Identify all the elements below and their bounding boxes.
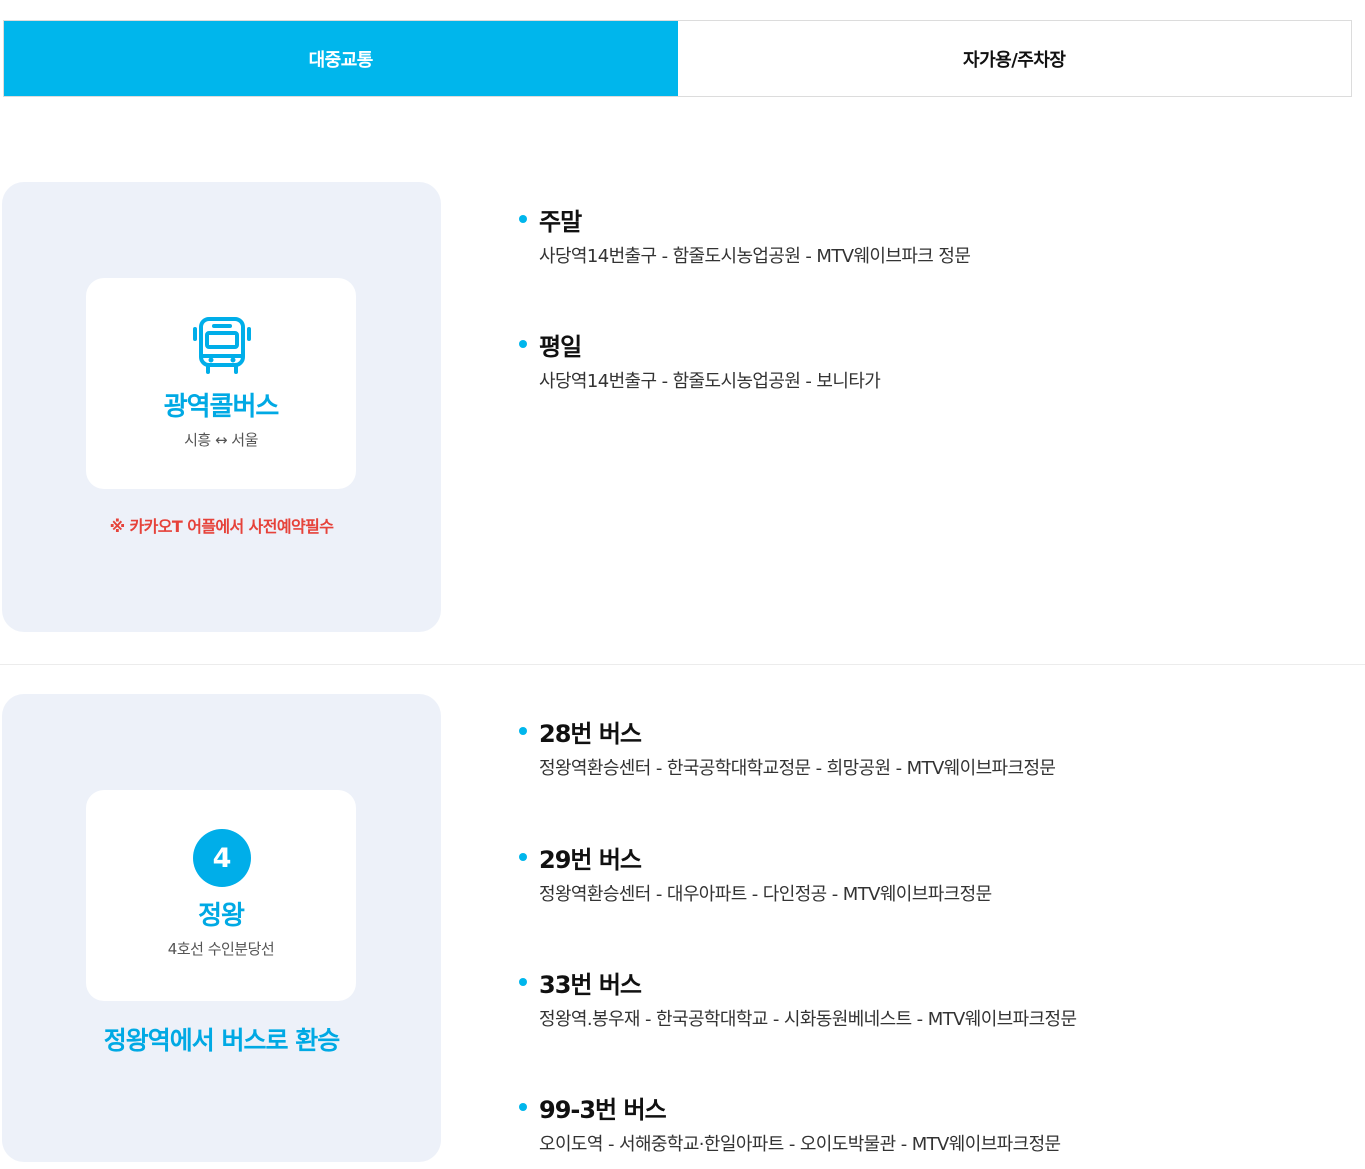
card-subtitle: 시흥 ↔ 서울 [184,431,258,449]
card-title: 광역콜버스 [163,392,280,422]
bus-icon [193,317,251,374]
route-item: 99-3번 버스 오이도역 - 서해중학교·한일아파트 - 오이도박물관 - M… [519,1092,1339,1156]
route-path: 정왕역환승센터 - 한국공학대학교정문 - 희망공원 - MTV웨이브파크정문 [539,758,1056,779]
wide-call-bus-panel: 광역콜버스 시흥 ↔ 서울 ※ 카카오T 어플에서 사전예약필수 [2,182,441,632]
bullet-icon [519,727,527,735]
jeongwang-panel: 4 정왕 4호선 수인분당선 정왕역에서 버스로 환승 [2,694,441,1162]
route-title: 29번 버스 [539,845,642,874]
route-item: 33번 버스 정왕역.봉우재 - 한국공학대학교 - 시화동원베네스트 - MT… [519,967,1339,1031]
route-item: 28번 버스 정왕역환승센터 - 한국공학대학교정문 - 희망공원 - MTV웨… [519,716,1339,780]
route-item: 평일 사당역14번출구 - 함줄도시농업공원 - 보니타가 [519,329,1339,393]
transfer-note: 정왕역에서 버스로 환승 [103,1026,340,1055]
route-path: 정왕역.봉우재 - 한국공학대학교 - 시화동원베네스트 - MTV웨이브파크정… [539,1009,1077,1030]
bullet-icon [519,1103,527,1111]
tab-public-transport[interactable]: 대중교통 [4,21,678,96]
bullet-icon [519,340,527,348]
wide-call-bus-card: 광역콜버스 시흥 ↔ 서울 [86,278,356,489]
bullet-icon [519,215,527,223]
route-path: 사당역14번출구 - 함줄도시농업공원 - MTV웨이브파크 정문 [539,246,971,267]
section-divider [0,664,1365,665]
route-item: 29번 버스 정왕역환승센터 - 대우아파트 - 다인정공 - MTV웨이브파크… [519,842,1339,906]
card-title: 정왕 [198,901,245,931]
route-item: 주말 사당역14번출구 - 함줄도시농업공원 - MTV웨이브파크 정문 [519,204,1339,268]
transport-tabs: 대중교통 자가용/주차장 [3,20,1352,97]
route-path: 정왕역환승센터 - 대우아파트 - 다인정공 - MTV웨이브파크정문 [539,884,992,905]
line-4-badge: 4 [193,829,251,887]
route-title: 평일 [539,332,582,361]
route-title: 주말 [539,207,582,236]
reservation-note: ※ 카카오T 어플에서 사전예약필수 [109,517,334,536]
card-subtitle: 4호선 수인분당선 [167,940,275,958]
route-title: 99-3번 버스 [539,1095,667,1124]
route-title: 33번 버스 [539,970,642,999]
route-title: 28번 버스 [539,719,642,748]
route-path: 사당역14번출구 - 함줄도시농업공원 - 보니타가 [539,371,881,392]
bullet-icon [519,853,527,861]
route-path: 오이도역 - 서해중학교·한일아파트 - 오이도박물관 - MTV웨이브파크정문 [539,1134,1061,1155]
jeongwang-station-card: 4 정왕 4호선 수인분당선 [86,790,356,1001]
bullet-icon [519,978,527,986]
tab-car-parking[interactable]: 자가용/주차장 [677,21,1351,96]
